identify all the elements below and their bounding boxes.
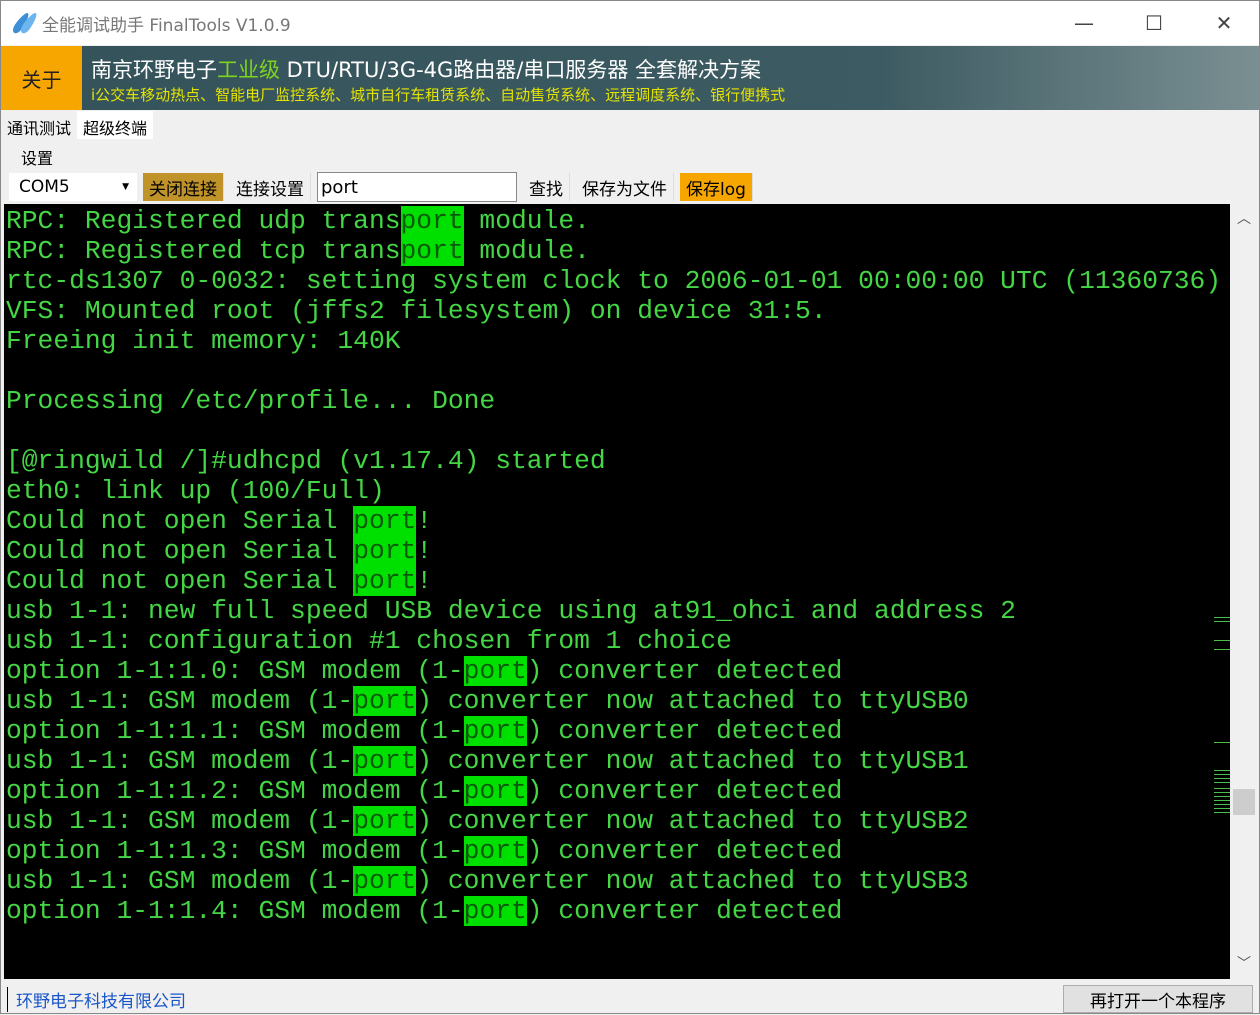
terminal-line: RPC: Registered udp transport module.: [6, 206, 590, 236]
close-connection-button[interactable]: 关闭连接: [143, 173, 224, 201]
settings-menu[interactable]: 设置: [21, 145, 53, 169]
dropdown-arrow-icon: ▼: [122, 182, 129, 192]
company-link[interactable]: 环野电子科技有限公司: [7, 986, 186, 1012]
terminal-line: usb 1-1: configuration #1 chosen from 1 …: [6, 626, 732, 656]
status-bar: 环野电子科技有限公司 再打开一个本程序: [1, 983, 1259, 1015]
find-button[interactable]: 查找: [523, 173, 570, 201]
search-highlight: port: [353, 746, 417, 776]
terminal-line: Freeing init memory: 140K: [6, 326, 401, 356]
connection-settings-button[interactable]: 连接设置: [230, 173, 311, 201]
app-logo-icon: [10, 10, 40, 36]
scroll-up-icon[interactable]: ︿: [1230, 208, 1258, 232]
match-marker: [1214, 778, 1230, 779]
search-highlight: port: [463, 836, 527, 866]
match-marker: [1214, 742, 1230, 743]
search-highlight: port: [463, 716, 527, 746]
match-marker: [1214, 808, 1230, 809]
terminal-line: usb 1-1: GSM modem (1-port) converter no…: [6, 806, 969, 836]
terminal-line: usb 1-1: GSM modem (1-port) converter no…: [6, 686, 969, 716]
banner-subline: i公交车移动热点、智能电厂监控系统、城市自行车租赁系统、自动售货系统、远程调度系…: [91, 86, 786, 104]
search-highlight: port: [353, 866, 417, 896]
port-select[interactable]: COM5 ▼: [9, 173, 137, 201]
port-value: COM5: [19, 177, 70, 197]
tab-comm-test[interactable]: 通讯测试: [1, 111, 78, 139]
terminal-line: option 1-1:1.4: GSM modem (1-port) conve…: [6, 896, 843, 926]
terminal-line: Could not open Serial port!: [6, 566, 433, 596]
maximize-button[interactable]: ☐: [1119, 1, 1189, 45]
search-highlight: port: [353, 806, 417, 836]
banner-headline: 南京环野电子工业级 DTU/RTU/3G-4G路由器/串口服务器 全套解决方案: [91, 54, 761, 84]
match-marker: [1214, 800, 1230, 801]
terminal-line: rtc-ds1307 0-0032: setting system clock …: [6, 266, 1222, 296]
terminal-line: Processing /etc/profile... Done: [6, 386, 496, 416]
terminal-line: option 1-1:1.3: GSM modem (1-port) conve…: [6, 836, 843, 866]
search-highlight: port: [353, 686, 417, 716]
tab-super-terminal[interactable]: 超级终端: [77, 111, 154, 139]
match-marker: [1214, 796, 1230, 797]
terminal-line: option 1-1:1.0: GSM modem (1-port) conve…: [6, 656, 843, 686]
search-highlight: port: [463, 776, 527, 806]
banner-products: DTU/RTU/3G-4G路由器/串口服务器 全套解决方案: [280, 58, 762, 82]
match-marker: [1214, 621, 1230, 622]
save-to-file-button[interactable]: 保存为文件: [576, 173, 674, 201]
terminal-output[interactable]: RPC: Registered udp transport module. RPC…: [4, 204, 1230, 979]
match-marker: [1214, 640, 1230, 641]
terminal-line: RPC: Registered tcp transport module.: [6, 236, 590, 266]
search-highlight: port: [400, 236, 464, 266]
terminal-line: usb 1-1: GSM modem (1-port) converter no…: [6, 866, 969, 896]
search-highlight: port: [463, 656, 527, 686]
match-marker: [1214, 792, 1230, 793]
toolbar: COM5 ▼ 关闭连接 连接设置 查找 保存为文件 保存log: [9, 171, 753, 203]
search-highlight: port: [353, 566, 417, 596]
terminal-line: Could not open Serial port!: [6, 506, 433, 536]
about-button[interactable]: 关于: [1, 46, 82, 110]
open-new-instance-button[interactable]: 再打开一个本程序: [1063, 985, 1253, 1013]
save-log-button[interactable]: 保存log: [680, 173, 753, 201]
terminal-line: option 1-1:1.2: GSM modem (1-port) conve…: [6, 776, 843, 806]
match-marker: [1214, 770, 1230, 771]
scroll-down-icon[interactable]: ﹀: [1230, 953, 1258, 977]
terminal-line: eth0: link up (100/Full): [6, 476, 385, 506]
search-highlight: port: [353, 536, 417, 566]
terminal-line: VFS: Mounted root (jffs2 filesystem) on …: [6, 296, 827, 326]
terminal-line: usb 1-1: GSM modem (1-port) converter no…: [6, 746, 969, 776]
match-marker: [1214, 782, 1230, 783]
title-bar: 全能调试助手 FinalTools V1.0.9 — ☐ ✕: [1, 1, 1259, 45]
terminal-line: option 1-1:1.1: GSM modem (1-port) conve…: [6, 716, 843, 746]
close-button[interactable]: ✕: [1189, 1, 1259, 45]
match-marker: [1214, 788, 1230, 789]
terminal-line: usb 1-1: new full speed USB device using…: [6, 596, 1016, 626]
vertical-scrollbar[interactable]: ︿ ﹀: [1214, 204, 1258, 979]
tab-bar: 通讯测试 超级终端: [1, 111, 154, 139]
window-title: 全能调试助手 FinalTools V1.0.9: [42, 15, 291, 36]
match-marker: [1214, 649, 1230, 650]
banner-highlight: 工业级: [217, 58, 280, 82]
match-marker: [1214, 617, 1230, 618]
search-highlight: port: [400, 206, 464, 236]
ad-banner: 关于 南京环野电子工业级 DTU/RTU/3G-4G路由器/串口服务器 全套解决…: [1, 46, 1259, 110]
terminal-line: Could not open Serial port!: [6, 536, 433, 566]
scrollbar-thumb[interactable]: [1233, 789, 1255, 815]
search-highlight: port: [463, 896, 527, 926]
search-input[interactable]: [317, 172, 517, 202]
banner-company: 南京环野电子: [91, 58, 217, 82]
minimize-button[interactable]: —: [1049, 1, 1119, 45]
terminal-line: [@ringwild /]#udhcpd (v1.17.4) started: [6, 446, 606, 476]
match-marker: [1214, 804, 1230, 805]
match-marker: [1214, 774, 1230, 775]
search-highlight: port: [353, 506, 417, 536]
match-marker: [1214, 812, 1230, 813]
